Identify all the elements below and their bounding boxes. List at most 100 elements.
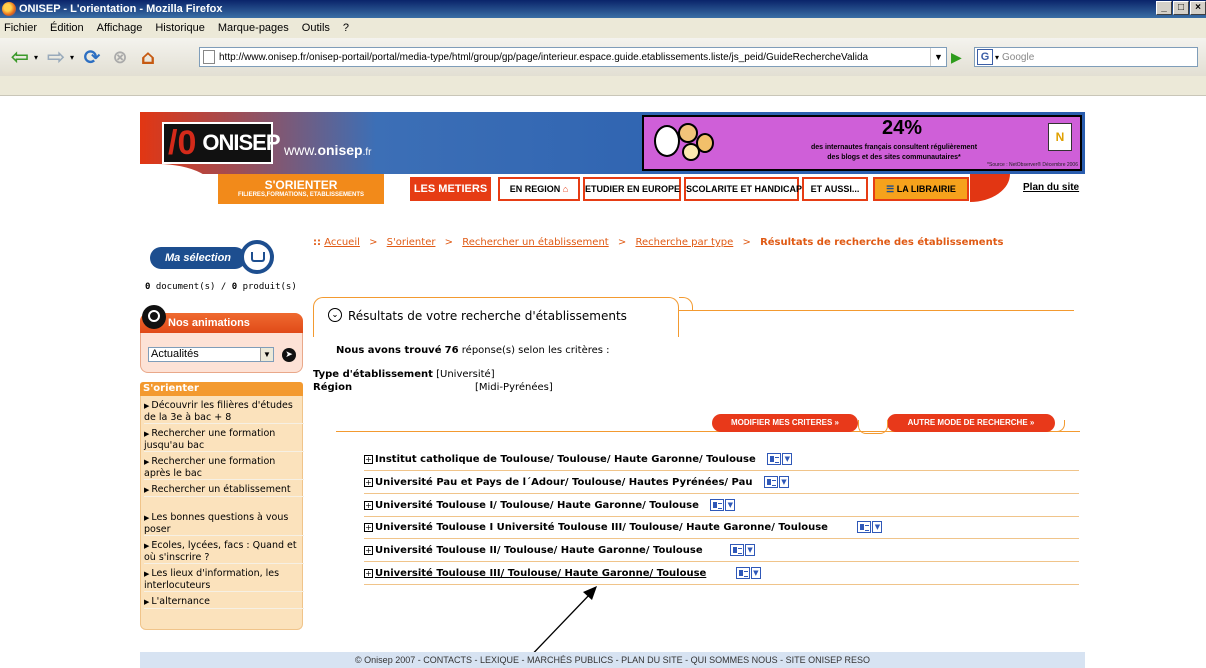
window-title: ONISEP - L'orientation - Mozilla Firefox (19, 3, 223, 15)
tab-europe[interactable]: ETUDIER EN EUROPE (583, 177, 681, 201)
back-dropdown-icon[interactable]: ▾ (34, 53, 38, 62)
tab-librairie[interactable]: ☰ LA LIBRAIRIE (873, 177, 969, 201)
orienter-item-questions[interactable]: ▶ Les bonnes questions à vous poser (144, 512, 304, 536)
stop-icon[interactable]: ⊗ (106, 43, 134, 71)
faces-illustration (652, 121, 722, 167)
menu-affichage[interactable]: Affichage (97, 22, 143, 34)
chevron-down-icon[interactable]: ▼ (260, 348, 273, 361)
card-menu-icon[interactable]: ▼ (735, 566, 762, 580)
triangle-right-icon: ▶ (144, 486, 150, 494)
search-engine-dropdown-icon[interactable]: ▾ (995, 53, 999, 62)
address-url: http://www.onisep.fr/onisep-portail/port… (219, 51, 869, 63)
search-box[interactable]: G ▾ Google (974, 47, 1198, 67)
menu-outils[interactable]: Outils (302, 22, 330, 34)
orienter-item-formation-apres-bac[interactable]: ▶ Rechercher une formation après le bac (144, 456, 304, 480)
maximize-button[interactable]: □ (1173, 1, 1189, 15)
onisep-logo[interactable]: /0 ONISEP (162, 122, 281, 164)
card-menu-icon[interactable]: ▼ (710, 498, 736, 512)
result-row-label[interactable]: Université Toulouse II/ Toulouse/ Haute … (375, 545, 703, 556)
type-label: Type d'établissement (313, 369, 433, 380)
card-menu-icon[interactable]: ▼ (857, 520, 883, 534)
breadcrumb-orienter[interactable]: S'orienter (387, 237, 436, 248)
menu-marque-pages[interactable]: Marque-pages (218, 22, 289, 34)
house-icon: ⌂ (562, 184, 569, 194)
orienter-item-label: Rechercher une formation après le bac (144, 456, 276, 479)
breadcrumb-etablissement[interactable]: Rechercher un établissement (462, 237, 609, 248)
tab-orienter[interactable]: S'ORIENTER FILIERES,FORMATIONS, ETABLISS… (218, 174, 384, 204)
found-count: 76 (444, 345, 459, 356)
search-placeholder: Google (1002, 51, 1035, 63)
orienter-menu-list: ▶ Découvrir les filières d'études de la 3… (140, 396, 304, 630)
animations-select[interactable]: Actualités ▼ (148, 347, 274, 362)
reload-icon[interactable]: ⟳ (78, 43, 106, 71)
expand-icon[interactable]: + (364, 477, 373, 487)
doc-count: 0 (145, 282, 151, 292)
tab-metiers[interactable]: LES METIERS (410, 177, 491, 201)
site-url[interactable]: www.onisep.fr (284, 142, 371, 158)
breadcrumb-par-type[interactable]: Recherche par type (635, 237, 733, 248)
card-menu-icon[interactable]: ▼ (730, 543, 756, 557)
home-icon[interactable]: ⌂ (134, 43, 162, 71)
results-divider (679, 310, 1074, 311)
expand-icon[interactable]: + (364, 545, 373, 555)
banner-text: des internautes français consultent régu… (784, 143, 1004, 163)
tab-aussi[interactable]: ET AUSSI... (802, 177, 868, 201)
expand-icon[interactable]: + (364, 568, 373, 578)
menu-fichier[interactable]: Fichier (4, 22, 37, 34)
modify-criteria-button[interactable]: MODIFIER MES CRITERES » (712, 414, 858, 432)
orienter-item-lieux[interactable]: ▶ Les lieux d'information, les interlocut… (144, 568, 304, 592)
card-menu-icon[interactable]: ▼ (767, 452, 793, 466)
address-dropdown-icon[interactable]: ▼ (930, 48, 946, 66)
result-row[interactable]: + Institut catholique de Toulouse/ Toulou… (364, 451, 1079, 471)
found-suffix: réponse(s) selon les critères : (461, 345, 610, 356)
result-row[interactable]: + Université Toulouse I Université Toulou… (364, 519, 1079, 539)
minimize-button[interactable]: _ (1156, 1, 1172, 15)
result-row-label[interactable]: Université Pau et Pays de l´Adour/ Toulo… (375, 477, 752, 488)
chevron-down-icon[interactable]: ⌄ (328, 308, 342, 322)
prod-count: 0 (231, 282, 238, 292)
ma-selection-button[interactable]: Ma sélection (150, 240, 274, 274)
expand-icon[interactable]: + (364, 500, 373, 510)
plan-du-site-link[interactable]: Plan du site (1023, 182, 1079, 193)
forward-arrow-icon[interactable]: ⇨ (42, 43, 70, 71)
result-row-label[interactable]: Institut catholique de Toulouse/ Toulous… (375, 454, 756, 465)
banner-line2: des blogs et des sites communautaires* (827, 154, 961, 161)
orienter-item-filieres[interactable]: ▶ Découvrir les filières d'études de la 3… (144, 400, 304, 424)
menu-historique[interactable]: Historique (155, 22, 205, 34)
address-bar[interactable]: http://www.onisep.fr/onisep-portail/port… (199, 47, 947, 67)
orienter-item-inscrire[interactable]: ▶ Ecoles, lycées, facs : Quand et où s'in… (144, 540, 304, 564)
breadcrumb-accueil[interactable]: Accueil (324, 237, 360, 248)
other-search-button[interactable]: AUTRE MODE DE RECHERCHE » (887, 414, 1055, 432)
go-icon[interactable]: ▶ (951, 50, 962, 66)
close-button[interactable]: × (1190, 1, 1206, 15)
result-row-label[interactable]: Université Toulouse I Université Toulous… (375, 522, 828, 533)
results-tab-corner (679, 297, 693, 311)
ad-banner[interactable]: 24% des internautes français consultent … (642, 115, 1082, 171)
result-row[interactable]: + Université Toulouse II/ Toulouse/ Haute… (364, 542, 1079, 562)
tab-handicap[interactable]: SCOLARITE ET HANDICAP (684, 177, 802, 201)
card-menu-icon[interactable]: ▼ (763, 475, 790, 489)
orienter-item-etablissement[interactable]: ▶ Rechercher un établissement (144, 484, 304, 497)
result-row[interactable]: + Université Toulouse III/ Toulouse/ Haut… (364, 565, 1079, 585)
expand-icon[interactable]: + (364, 522, 373, 532)
banner-line1: des internautes français consultent régu… (810, 144, 978, 151)
menu-help[interactable]: ? (343, 22, 349, 34)
orienter-item-alternance[interactable]: ▶ L'alternance (144, 596, 304, 609)
result-row[interactable]: + Université Toulouse I/ Toulouse/ Haute … (364, 497, 1079, 517)
result-row-label[interactable]: Université Toulouse III/ Toulouse/ Haute… (375, 568, 706, 579)
forward-dropdown-icon[interactable]: ▾ (70, 53, 74, 62)
buttons-connector (858, 420, 888, 434)
banner-percent: 24% (882, 117, 923, 139)
tab-region[interactable]: EN REGION ⌂ (498, 177, 580, 201)
tab-orienter-label: S'ORIENTER (264, 178, 338, 192)
menu-edition[interactable]: Édition (50, 22, 84, 34)
orienter-item-formation-bac[interactable]: ▶ Rechercher une formation jusqu'au bac (144, 428, 304, 452)
bookmarks-toolbar (0, 76, 1206, 96)
result-row[interactable]: + Université Pau et Pays de l´Adour/ Toul… (364, 474, 1079, 494)
google-icon[interactable]: G (977, 49, 993, 65)
result-row-label[interactable]: Université Toulouse I/ Toulouse/ Haute G… (375, 500, 699, 511)
breadcrumb-separator: > (444, 237, 454, 248)
expand-icon[interactable]: + (364, 454, 373, 464)
back-arrow-icon[interactable]: ⇦ (6, 43, 34, 71)
go-arrow-icon[interactable]: ➤ (282, 348, 296, 362)
